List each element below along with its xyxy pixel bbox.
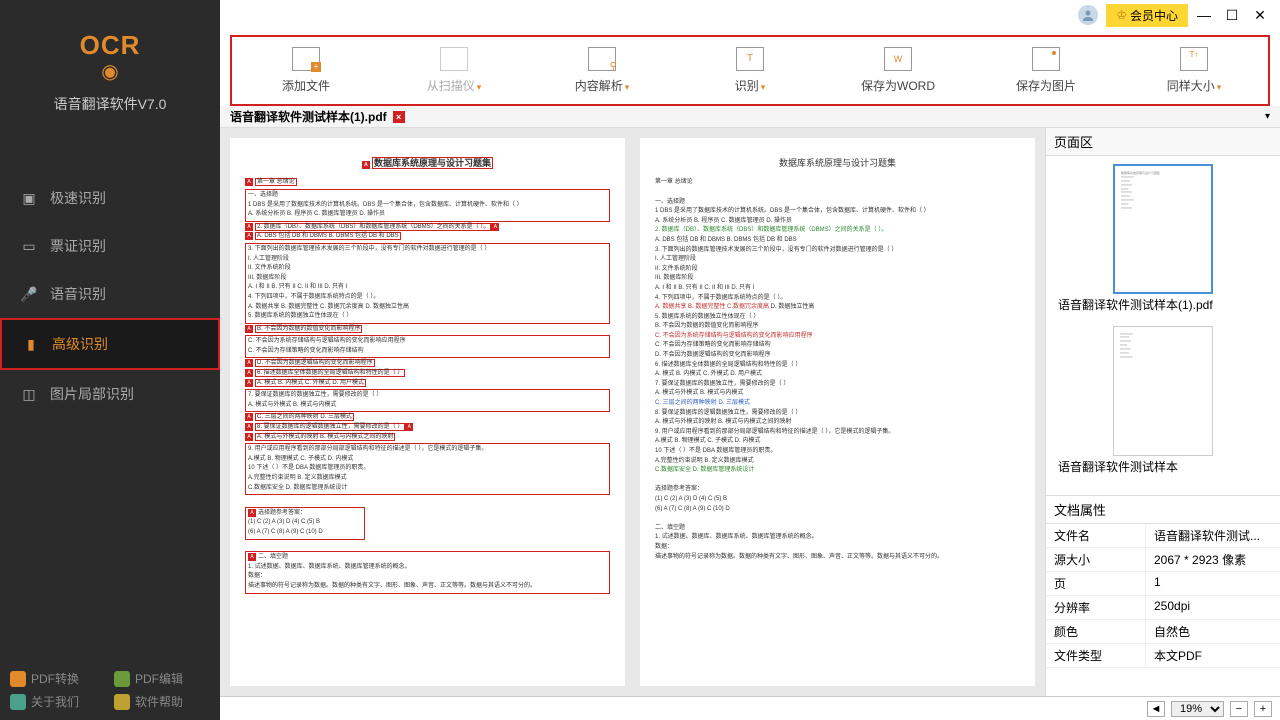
thumb-label: 语音翻译软件测试样本(1).pdf [1054,294,1272,318]
save-image-button[interactable]: 保存为图片 [972,43,1120,98]
toolbar: +添加文件 从扫描仪▾ ⚲内容解析▾ T识别▾ W保存为WORD 保存为图片 T… [230,35,1270,106]
thumbnails: 数据库系统原理与设计习题集━━━━━━━━━━━━━━━━━━━━━━━━━━━… [1046,156,1280,495]
tab-close-button[interactable]: × [393,111,405,123]
avatar[interactable] [1078,5,1098,25]
mic-icon: 🎤 [20,285,38,303]
image-icon [1032,47,1060,71]
nav-label: 图片局部识别 [50,384,134,404]
crop-icon: ◫ [20,385,38,403]
content-parse-button[interactable]: ⚲内容解析▾ [528,43,676,98]
nav-label: 极速识别 [50,188,106,208]
eye-icon: ◉ [0,59,220,84]
prop-row: 分辨率250dpi [1046,596,1280,620]
same-size-button[interactable]: T↑同样大小▾ [1120,43,1268,98]
link-pdf-edit[interactable]: PDF编辑 [114,670,210,687]
zoom-select[interactable]: 19% [1171,701,1224,717]
logo-text: OCR [0,30,220,61]
zoom-out-button[interactable]: − [1230,701,1248,717]
parse-icon: ⚲ [588,47,616,71]
nav-advanced[interactable]: ▮ 高级识别 [0,318,220,370]
chevron-down-icon: ▾ [625,82,630,92]
tab-bar: 语音翻译软件测试样本(1).pdf× ▾ [220,106,1280,128]
link-pdf-convert[interactable]: PDF转换 [10,670,106,687]
zoom-in-button[interactable]: + [1254,701,1272,717]
recognize-icon: T [736,47,764,71]
recognize-button[interactable]: T识别▾ [676,43,824,98]
thumb-label: 语音翻译软件测试样本 [1054,456,1272,480]
statusbar: ◄ 19% − + [220,696,1280,720]
prop-row: 颜色自然色 [1046,620,1280,644]
prop-row: 文件类型本文PDF [1046,644,1280,668]
thumbnail-1[interactable]: 数据库系统原理与设计习题集━━━━━━━━━━━━━━━━━━━━━━━━━━━… [1054,164,1272,318]
from-scanner-button[interactable]: 从扫描仪▾ [380,43,528,98]
chevron-down-icon: ▾ [761,82,766,92]
thumb-preview: 数据库系统原理与设计习题集━━━━━━━━━━━━━━━━━━━━━━━━━━━… [1113,164,1213,294]
prop-row: 文件名语音翻译软件测试... [1046,524,1280,548]
page-2-plain[interactable]: 数据库系统原理与设计习题集 第一章 总绪论 一、选择题 1 DBS 是采用了数据… [640,138,1035,686]
convert-icon [10,671,26,687]
file-add-icon: + [292,47,320,71]
tab-dropdown[interactable]: ▾ [1265,111,1270,122]
titlebar: ♔会员中心 — ☐ ✕ [220,0,1280,30]
prop-row: 页1 [1046,572,1280,596]
size-icon: T↑ [1180,47,1208,71]
bottom-links: PDF转换 PDF编辑 关于我们 软件帮助 [0,660,220,720]
thumbnail-2[interactable]: ━━━━━━━━━━━━━━━━━━━━━━━━━━━━━━━━━━━━━━━━… [1054,326,1272,480]
nav-ticket[interactable]: ▭ 票证识别 [0,222,220,270]
word-icon: W [884,47,912,71]
file-properties: 文件名语音翻译软件测试... 源大小2067 * 2923 像素 页1 分辨率2… [1046,524,1280,668]
right-panel: 页面区 数据库系统原理与设计习题集━━━━━━━━━━━━━━━━━━━━━━━… [1045,128,1280,696]
nav-speed[interactable]: ▣ 极速识别 [0,174,220,222]
nav-partial[interactable]: ◫ 图片局部识别 [0,370,220,418]
save-word-button[interactable]: W保存为WORD [824,43,972,98]
prop-row: 源大小2067 * 2923 像素 [1046,548,1280,572]
help-icon [114,694,130,710]
nav-label: 语音识别 [50,284,106,304]
close-button[interactable]: ✕ [1248,7,1272,24]
minimize-button[interactable]: — [1192,7,1216,23]
edit-icon [114,671,130,687]
about-icon [10,694,26,710]
maximize-button[interactable]: ☐ [1220,7,1244,24]
member-center-button[interactable]: ♔会员中心 [1106,4,1188,27]
nav-label: 票证识别 [50,236,106,256]
nav-voice[interactable]: 🎤 语音识别 [0,270,220,318]
add-file-button[interactable]: +添加文件 [232,43,380,98]
nav-label: 高级识别 [52,334,108,354]
chevron-down-icon: ▾ [1217,82,1222,92]
ticket-icon: ▭ [20,237,38,255]
scanner-icon [440,47,468,71]
panel-header: 页面区 [1046,128,1280,156]
advanced-icon: ▮ [22,335,40,353]
link-help[interactable]: 软件帮助 [114,693,210,710]
logo: OCR ◉ 语音翻译软件V7.0 [0,0,220,124]
link-about[interactable]: 关于我们 [10,693,106,710]
thumb-preview: ━━━━━━━━━━━━━━━━━━━━━━━━━━━━━━━━━━━━━━━━ [1113,326,1213,456]
chevron-down-icon: ▾ [477,82,482,92]
prev-button[interactable]: ◄ [1147,701,1165,717]
preview-area: A数据库系统原理与设计习题集 A第一章 总绪论 一、选择题 1 DBS 是采用了… [220,128,1045,696]
props-header: 文档属性 [1046,495,1280,524]
page-1-annotated[interactable]: A数据库系统原理与设计习题集 A第一章 总绪论 一、选择题 1 DBS 是采用了… [230,138,625,686]
crown-icon: ♔ [1116,8,1127,22]
file-tab[interactable]: 语音翻译软件测试样本(1).pdf× [230,108,405,125]
app-title: 语音翻译软件V7.0 [0,94,220,114]
speed-icon: ▣ [20,189,38,207]
nav: ▣ 极速识别 ▭ 票证识别 🎤 语音识别 ▮ 高级识别 ◫ 图片局部识别 [0,174,220,418]
